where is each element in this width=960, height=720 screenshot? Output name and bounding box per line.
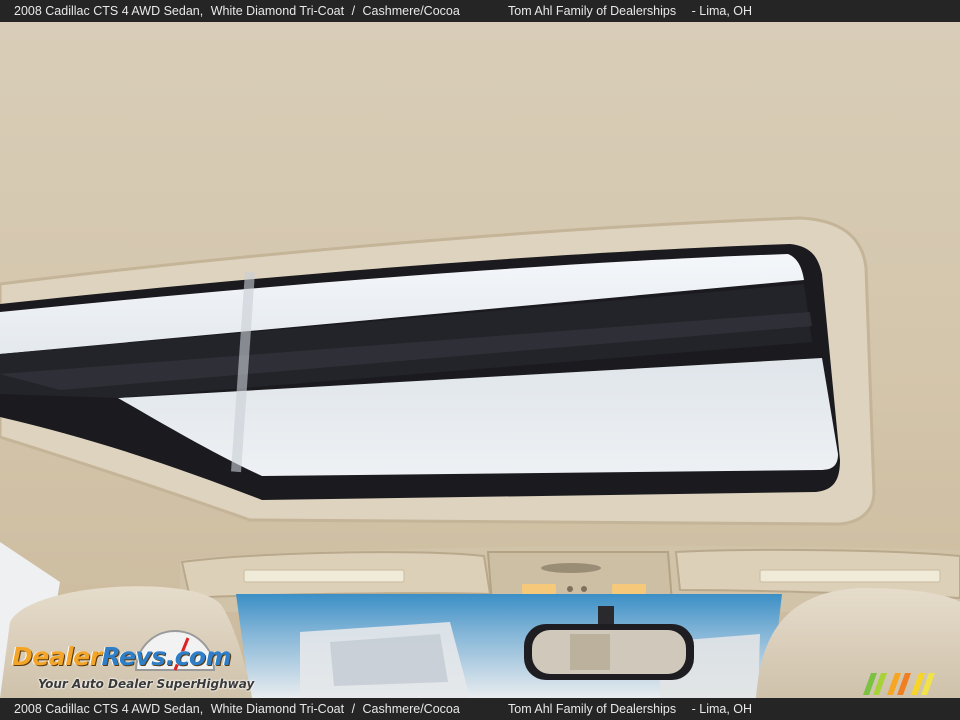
caption-vehicle: 2008 Cadillac CTS 4 AWD Sedan, — [14, 4, 204, 18]
dealerrevs-logo: DealerRevs.com — [12, 642, 232, 671]
caption-color: White Diamond Tri-Coat — [210, 702, 345, 716]
caption-dealer-info: Tom Ahl Family of Dealerships - Lima, OH — [508, 698, 752, 720]
caption-separator: / — [351, 4, 356, 18]
caption-dealer-info: Tom Ahl Family of Dealerships - Lima, OH — [508, 0, 752, 22]
dealerrevs-watermark: DealerRevs.com Your Auto Dealer SuperHig… — [12, 624, 262, 696]
caption-interior: Cashmere/Cocoa — [362, 4, 460, 18]
visor-label-right — [759, 569, 941, 583]
logo-part-com: .com — [165, 642, 232, 671]
sunroof-photo — [0, 22, 960, 698]
logo-part-revs: Revs — [101, 642, 166, 671]
map-light-left — [522, 584, 556, 594]
caption-dealer: Tom Ahl Family of Dealerships — [508, 702, 677, 716]
logo-part-dealer: Dealer — [12, 642, 102, 671]
caption-location: - Lima, OH — [691, 4, 753, 18]
caption-location: - Lima, OH — [691, 702, 753, 716]
caption-vehicle-info: 2008 Cadillac CTS 4 AWD Sedan, White Dia… — [14, 698, 464, 720]
caption-bar-top: 2008 Cadillac CTS 4 AWD Sedan, White Dia… — [0, 0, 960, 22]
caption-dealer: Tom Ahl Family of Dealerships — [508, 4, 677, 18]
caption-vehicle: 2008 Cadillac CTS 4 AWD Sedan, — [14, 702, 204, 716]
caption-color: White Diamond Tri-Coat — [210, 4, 345, 18]
caption-interior: Cashmere/Cocoa — [362, 702, 460, 716]
logo-tagline: Your Auto Dealer SuperHighway — [38, 677, 255, 691]
color-stripes-icon — [863, 673, 935, 695]
map-light-right — [612, 584, 646, 594]
caption-separator: / — [351, 702, 356, 716]
caption-vehicle-info: 2008 Cadillac CTS 4 AWD Sedan, White Dia… — [14, 0, 464, 22]
caption-bar-bottom: 2008 Cadillac CTS 4 AWD Sedan, White Dia… — [0, 698, 960, 720]
console-emblem — [541, 563, 601, 573]
visor-label-left — [243, 569, 405, 583]
